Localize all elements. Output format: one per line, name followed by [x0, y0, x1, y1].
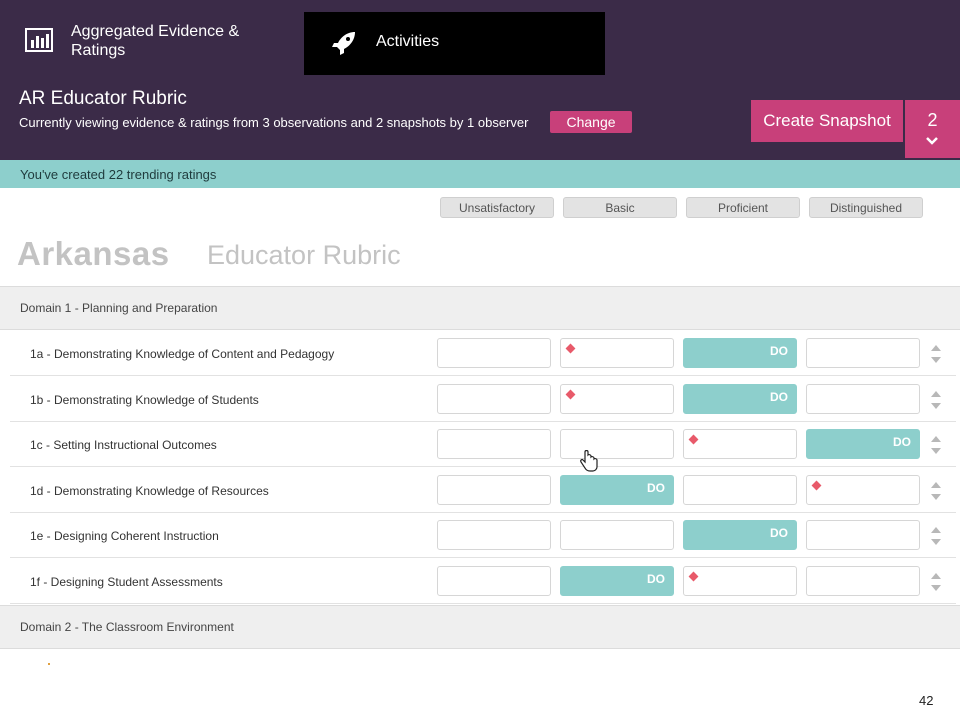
chevron-down-icon [926, 137, 938, 145]
rating-cell-proficient[interactable] [683, 565, 797, 596]
reorder-arrows-icon[interactable] [929, 389, 943, 411]
domain-header[interactable]: Domain 1 - Planning and Preparation [0, 286, 960, 330]
tab-activities[interactable]: Activities [304, 12, 605, 75]
rating-tag: DO [770, 526, 788, 540]
rating-cell-unsatisfactory[interactable] [437, 383, 551, 414]
evidence-marker-icon [688, 571, 699, 581]
component-label: 1c - Setting Instructional Outcomes [30, 438, 217, 452]
rating-cell-basic[interactable]: DO [560, 474, 674, 505]
rating-cell-unsatisfactory[interactable] [437, 429, 551, 459]
component-row: 1a - Demonstrating Knowledge of Content … [10, 331, 956, 376]
level-basic[interactable]: Basic [563, 197, 677, 218]
domain-header[interactable]: Domain 2 - The Classroom Environment [0, 605, 960, 649]
rating-cell-distinguished[interactable] [806, 474, 920, 505]
domain-label: Domain 2 - The Classroom Environment [20, 620, 234, 634]
component-label: 1d - Demonstrating Knowledge of Resource… [30, 483, 269, 498]
create-snapshot-button[interactable]: Create Snapshot [751, 100, 903, 142]
rubric-header: AR Educator Rubric Currently viewing evi… [0, 78, 960, 160]
reorder-arrows-icon[interactable] [929, 480, 943, 502]
rating-cell-distinguished[interactable]: DO [806, 429, 920, 459]
trending-ratings-banner: You've created 22 trending ratings [0, 160, 960, 188]
component-label: 1b - Demonstrating Knowledge of Students [30, 392, 259, 407]
rating-cell-basic[interactable] [560, 520, 674, 550]
rocket-icon [332, 32, 355, 55]
rating-cell-unsatisfactory[interactable] [437, 520, 551, 550]
rating-cell-basic[interactable] [560, 338, 674, 368]
evidence-marker-icon [565, 389, 576, 399]
rating-cell-proficient[interactable]: DO [683, 383, 797, 414]
domain-label: Domain 1 - Planning and Preparation [20, 301, 218, 315]
rating-tag: DO [893, 435, 911, 449]
rating-cell-distinguished[interactable] [806, 338, 920, 368]
tab-activities-label: Activities [376, 33, 440, 50]
performance-levels: Unsatisfactory Basic Proficient Distingu… [0, 188, 960, 224]
hand-cursor-icon [580, 450, 598, 472]
component-row: 1e - Designing Coherent Instruction DO [10, 513, 956, 558]
rating-cell-unsatisfactory[interactable] [437, 338, 551, 368]
tab-aggregated-evidence[interactable]: Aggregated Evidence & Ratings [0, 0, 300, 78]
bar-chart-icon [25, 28, 53, 52]
rating-cell-distinguished[interactable] [806, 383, 920, 414]
level-proficient[interactable]: Proficient [686, 197, 800, 218]
rating-cell-unsatisfactory[interactable] [437, 474, 551, 505]
decorative-dot [48, 663, 50, 665]
component-row: 1b - Demonstrating Knowledge of Students… [10, 376, 956, 422]
rating-cell-proficient[interactable] [683, 429, 797, 459]
rating-cell-basic[interactable] [560, 429, 674, 459]
rating-cell-basic[interactable]: DO [560, 565, 674, 596]
rubric-state: Arkansas [17, 235, 170, 272]
component-row: 1f - Designing Student Assessments DO [10, 558, 956, 604]
evidence-summary: Currently viewing evidence & ratings fro… [19, 115, 529, 130]
tab-aggregated-evidence-label: Aggregated Evidence & Ratings [71, 23, 240, 59]
page-title: AR Educator Rubric [19, 88, 187, 109]
level-unsatisfactory[interactable]: Unsatisfactory [440, 197, 554, 218]
reorder-arrows-icon[interactable] [929, 525, 943, 547]
reorder-arrows-icon[interactable] [929, 571, 943, 593]
rating-cell-proficient[interactable] [683, 474, 797, 505]
change-button[interactable]: Change [550, 111, 632, 133]
top-nav: Aggregated Evidence & Ratings Activities [0, 0, 960, 78]
evidence-marker-icon [565, 343, 576, 354]
reorder-arrows-icon[interactable] [929, 434, 943, 456]
rating-cell-proficient[interactable]: DO [683, 338, 797, 368]
evidence-marker-icon [811, 480, 822, 490]
rating-cell-proficient[interactable]: DO [683, 520, 797, 550]
rating-cell-basic[interactable] [560, 383, 674, 414]
page-number: 42 [919, 693, 934, 708]
level-distinguished[interactable]: Distinguished [809, 197, 923, 218]
component-label: 1e - Designing Coherent Instruction [30, 529, 219, 543]
snapshot-count-dropdown[interactable]: 2 [905, 100, 960, 158]
component-row: 1d - Demonstrating Knowledge of Resource… [10, 467, 956, 513]
evidence-marker-icon [688, 434, 699, 445]
rating-tag: DO [770, 389, 788, 404]
component-row: 1c - Setting Instructional Outcomes DO [10, 422, 956, 467]
rating-cell-unsatisfactory[interactable] [437, 565, 551, 596]
rating-tag: DO [647, 480, 665, 495]
reorder-arrows-icon[interactable] [929, 343, 943, 365]
rating-tag: DO [770, 344, 788, 358]
component-label: 1a - Demonstrating Knowledge of Content … [30, 347, 335, 361]
rating-tag: DO [647, 571, 665, 586]
rating-cell-distinguished[interactable] [806, 520, 920, 550]
snapshot-count: 2 [927, 110, 938, 130]
component-label: 1f - Designing Student Assessments [30, 574, 223, 589]
rubric-name: Educator Rubric [207, 240, 401, 270]
rating-cell-distinguished[interactable] [806, 565, 920, 596]
trending-ratings-text: You've created 22 trending ratings [20, 167, 217, 182]
